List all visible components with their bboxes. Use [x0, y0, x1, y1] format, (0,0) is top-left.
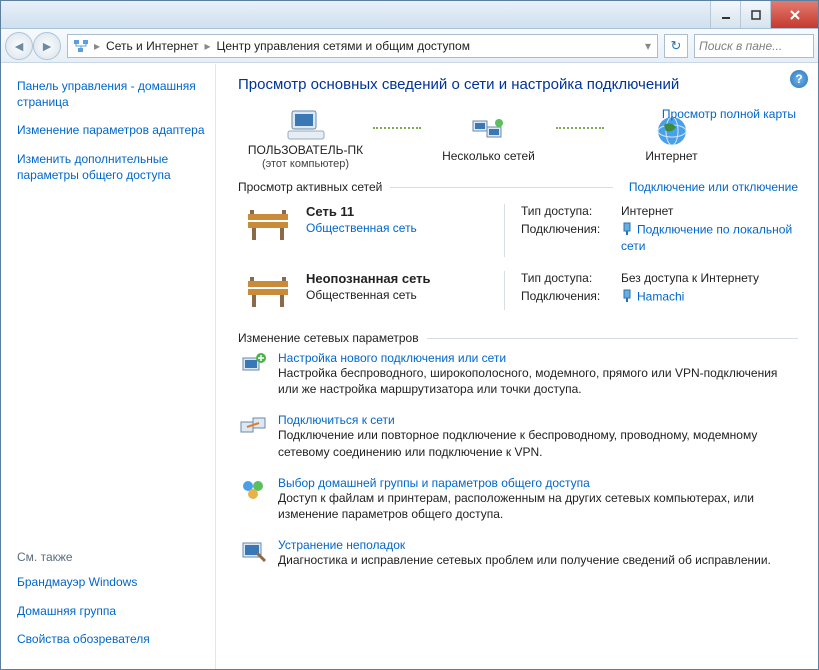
network-category: Общественная сеть — [306, 288, 496, 302]
sidebar: Панель управления - домашняя страница Из… — [1, 64, 216, 669]
connections-label: Подключения: — [521, 289, 621, 306]
see-also-header: См. также — [17, 550, 205, 564]
window-body: Панель управления - домашняя страница Из… — [1, 63, 818, 669]
map-multi-label: Несколько сетей — [442, 149, 535, 164]
titlebar — [1, 1, 818, 29]
bench-icon — [238, 271, 298, 311]
see-full-map[interactable]: Просмотр полной карты — [662, 107, 796, 121]
connection-link[interactable]: Hamachi — [637, 290, 684, 304]
network-info: Неопознанная сеть Общественная сеть — [306, 271, 496, 302]
active-networks-header: Просмотр активных сетей Подключение или … — [238, 180, 798, 194]
sidebar-item-adapter[interactable]: Изменение параметров адаптера — [17, 122, 205, 138]
chevron-right-icon: ▸ — [202, 39, 212, 53]
network-map: ПОЛЬЗОВАТЕЛЬ-ПК (этот компьютер) Несколь… — [238, 107, 798, 170]
see-also: См. также Брандмауэр Windows Домашняя гр… — [17, 550, 205, 659]
network-details: Тип доступа:Интернет Подключения:Подключ… — [504, 204, 798, 257]
network-name: Неопознанная сеть — [306, 271, 496, 286]
wired-icon — [621, 222, 633, 239]
settings-item-homegroup: Выбор домашней группы и параметров общег… — [238, 476, 798, 522]
connections-label: Подключения: — [521, 222, 621, 253]
access-type-value: Интернет — [621, 204, 798, 218]
sidebar-item-sharing[interactable]: Изменить дополнительные параметры общего… — [17, 151, 205, 183]
sidebar-firewall[interactable]: Брандмауэр Windows — [17, 574, 205, 590]
settings-header-label: Изменение сетевых параметров — [238, 331, 419, 345]
homegroup-icon — [238, 476, 268, 504]
close-button[interactable] — [770, 1, 818, 28]
connect-disconnect[interactable]: Подключение или отключение — [629, 180, 798, 194]
map-this-pc-label: ПОЛЬЗОВАТЕЛЬ-ПК — [248, 143, 363, 158]
bench-icon — [238, 204, 298, 244]
networks-icon — [469, 113, 509, 149]
page-title: Просмотр основных сведений о сети и наст… — [238, 76, 798, 93]
connection-link[interactable]: Подключение по локальной сети — [621, 223, 792, 253]
troubleshoot-icon — [238, 538, 268, 566]
network-details: Тип доступа:Без доступа к Интернету Подк… — [504, 271, 798, 310]
back-button[interactable]: ◄ — [5, 32, 33, 60]
toolbar: ◄ ► ▸ Сеть и Интернет ▸ Центр управления… — [1, 29, 818, 63]
crumb-level1[interactable]: Сеть и Интернет — [102, 39, 202, 53]
settings-desc: Диагностика и исправление сетевых пробле… — [278, 552, 771, 568]
settings-item-new-connection: Настройка нового подключения или сети На… — [238, 351, 798, 397]
minimize-button[interactable] — [710, 1, 740, 28]
wired-icon — [621, 289, 633, 306]
network-info: Сеть 11 Общественная сеть — [306, 204, 496, 235]
active-networks-label: Просмотр активных сетей — [238, 180, 382, 194]
settings-header: Изменение сетевых параметров — [238, 331, 798, 345]
settings-desc: Подключение или повторное подключение к … — [278, 427, 778, 459]
network-icon — [72, 38, 90, 54]
window: ◄ ► ▸ Сеть и Интернет ▸ Центр управления… — [0, 0, 819, 670]
sidebar-internet-options[interactable]: Свойства обозревателя — [17, 631, 205, 647]
access-type-value: Без доступа к Интернету — [621, 271, 798, 285]
sidebar-homegroup[interactable]: Домашняя группа — [17, 603, 205, 619]
computer-icon — [286, 107, 326, 143]
access-type-label: Тип доступа: — [521, 271, 621, 285]
map-link-icon — [373, 127, 421, 129]
connect-icon — [238, 413, 268, 441]
settings-title[interactable]: Устранение неполадок — [278, 538, 405, 552]
map-multi-networks: Несколько сетей — [421, 113, 556, 164]
settings-title[interactable]: Настройка нового подключения или сети — [278, 351, 506, 365]
map-this-pc-sub: (этот компьютер) — [262, 158, 349, 170]
settings-item-connect: Подключиться к сети Подключение или повт… — [238, 413, 798, 459]
main-panel: ? Просмотр основных сведений о сети и на… — [216, 64, 818, 669]
maximize-button[interactable] — [740, 1, 770, 28]
chevron-down-icon[interactable]: ▾ — [643, 39, 653, 53]
forward-button[interactable]: ► — [33, 32, 61, 60]
network-block: Сеть 11 Общественная сеть Тип доступа:Ин… — [238, 200, 798, 267]
network-category[interactable]: Общественная сеть — [306, 221, 417, 235]
settings-desc: Доступ к файлам и принтерам, расположенн… — [278, 490, 778, 522]
map-internet-label: Интернет — [645, 149, 697, 164]
crumb-level2[interactable]: Центр управления сетями и общим доступом — [212, 39, 474, 53]
map-link-icon — [556, 127, 604, 129]
settings-item-troubleshoot: Устранение неполадок Диагностика и испра… — [238, 538, 798, 568]
settings-title[interactable]: Подключиться к сети — [278, 413, 395, 427]
access-type-label: Тип доступа: — [521, 204, 621, 218]
breadcrumb[interactable]: ▸ Сеть и Интернет ▸ Центр управления сет… — [67, 34, 658, 58]
network-name: Сеть 11 — [306, 204, 496, 219]
chevron-right-icon: ▸ — [92, 39, 102, 53]
network-block: Неопознанная сеть Общественная сеть Тип … — [238, 267, 798, 321]
refresh-button[interactable]: ↻ — [664, 34, 688, 58]
new-connection-icon — [238, 351, 268, 379]
nav-buttons: ◄ ► — [5, 32, 61, 60]
search-input[interactable]: Поиск в пане... — [694, 34, 814, 58]
sidebar-item-home[interactable]: Панель управления - домашняя страница — [17, 78, 205, 110]
network-settings: Настройка нового подключения или сети На… — [238, 351, 798, 568]
map-this-pc: ПОЛЬЗОВАТЕЛЬ-ПК (этот компьютер) — [238, 107, 373, 170]
settings-title[interactable]: Выбор домашней группы и параметров общег… — [278, 476, 590, 490]
help-icon[interactable]: ? — [790, 70, 808, 88]
settings-desc: Настройка беспроводного, широкополосного… — [278, 365, 778, 397]
